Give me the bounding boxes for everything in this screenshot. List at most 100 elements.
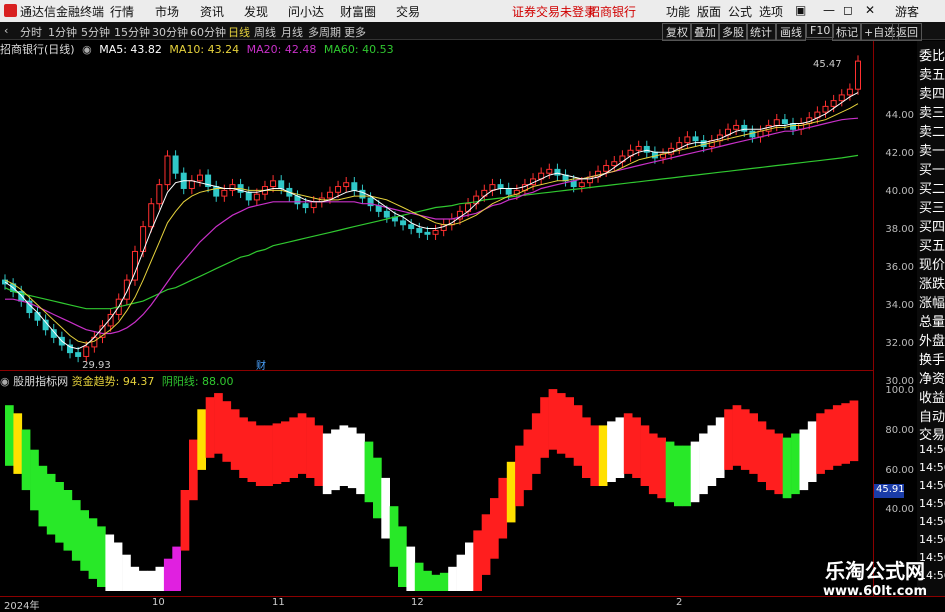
high-price-label: 45.47 bbox=[813, 59, 842, 70]
candle-body bbox=[765, 124, 772, 132]
indicator-bar bbox=[715, 417, 725, 478]
indicator-bar bbox=[841, 403, 850, 464]
overlay-button[interactable]: 叠加 bbox=[690, 23, 720, 41]
period-5min[interactable]: 5分钟 bbox=[81, 24, 110, 40]
menu-options[interactable]: 选项 bbox=[759, 3, 783, 20]
indicator-bar bbox=[556, 393, 566, 454]
indicator-bar bbox=[674, 445, 683, 507]
period-more[interactable]: 更多 bbox=[344, 24, 366, 40]
candle-body bbox=[229, 184, 236, 191]
quote-label: 卖四 bbox=[919, 87, 945, 102]
indicator-bar bbox=[247, 421, 257, 482]
y-tick: 36.00 bbox=[885, 262, 914, 273]
sub-y-tick: 100.0 bbox=[885, 385, 914, 396]
sub-chart-info: ◉ 股朋指标网 资金趋势: 94.37 阴阳线: 88.00 bbox=[0, 373, 234, 389]
login-status[interactable]: 证券交易未登录 bbox=[512, 3, 596, 20]
sub-collapse-icon[interactable]: ◉ bbox=[0, 375, 10, 388]
sub-title: 股朋指标网 bbox=[13, 375, 69, 388]
sub-y-tick: 60.00 bbox=[885, 465, 914, 476]
quote-label: 卖三 bbox=[919, 106, 945, 121]
menu-wealth[interactable]: 财富圈 bbox=[340, 3, 376, 20]
candle-body bbox=[603, 165, 610, 172]
indicator-bar bbox=[799, 429, 809, 491]
menu-layout[interactable]: 版面 bbox=[697, 3, 721, 20]
candle-body bbox=[213, 186, 220, 197]
period-1min[interactable]: 1分钟 bbox=[48, 24, 77, 40]
date-tick: 10 bbox=[152, 597, 165, 608]
period-daily[interactable]: 日线 bbox=[228, 24, 250, 40]
price-axis: 44.00 42.00 40.00 38.00 36.00 34.00 32.0… bbox=[873, 41, 917, 596]
adjust-button[interactable]: 复权 bbox=[662, 23, 692, 41]
indicator-bar bbox=[707, 425, 717, 486]
quote-label: 净资 bbox=[919, 372, 945, 387]
menu-function[interactable]: 功能 bbox=[666, 3, 690, 20]
indicator-bar bbox=[21, 429, 31, 491]
indicator-bar bbox=[272, 423, 282, 484]
auto-trade-label[interactable]: 交易 bbox=[919, 424, 945, 443]
period-intraday[interactable]: 分时 bbox=[20, 24, 42, 40]
indicator-bar bbox=[205, 397, 215, 458]
indicator-bar bbox=[389, 506, 399, 567]
yy-value: 88.00 bbox=[202, 375, 234, 388]
date-tick: 2024年 bbox=[4, 601, 40, 612]
auto-trade-label[interactable]: 自动 bbox=[919, 406, 945, 425]
candle-body bbox=[416, 228, 423, 233]
menu-marketplace[interactable]: 市场 bbox=[155, 3, 179, 20]
indicator-bar bbox=[665, 441, 675, 503]
quote-label: 总量 bbox=[919, 315, 945, 330]
trade-time: 14:56 bbox=[919, 479, 945, 492]
candle-body bbox=[196, 174, 203, 182]
quote-label: 现价 bbox=[919, 258, 945, 273]
quote-label: 换手 bbox=[919, 353, 945, 368]
guest-label[interactable]: 游客 bbox=[895, 3, 919, 20]
indicator-bar bbox=[197, 409, 206, 470]
restore-icon[interactable]: ◻ bbox=[843, 3, 853, 17]
close-icon[interactable]: ✕ bbox=[865, 3, 875, 17]
indicator-bar bbox=[172, 546, 181, 591]
menu-market[interactable]: 行情 bbox=[110, 3, 134, 20]
quote-label: 涨幅 bbox=[919, 296, 945, 311]
trade-time: 14:56 bbox=[919, 443, 945, 456]
candle-body bbox=[270, 180, 277, 188]
period-weekly[interactable]: 周线 bbox=[254, 24, 276, 40]
menu-trade[interactable]: 交易 bbox=[396, 3, 420, 20]
indicator-bar bbox=[515, 445, 524, 507]
indicator-bars bbox=[5, 389, 859, 591]
period-multi[interactable]: 多周期 bbox=[308, 24, 341, 40]
candle-body bbox=[164, 155, 171, 186]
period-monthly[interactable]: 月线 bbox=[281, 24, 303, 40]
quote-label: 卖二 bbox=[919, 125, 945, 140]
indicator-bar bbox=[473, 530, 482, 591]
back-button[interactable]: 返回 bbox=[892, 23, 922, 41]
menu-formula[interactable]: 公式 bbox=[728, 3, 752, 20]
period-60min[interactable]: 60分钟 bbox=[190, 24, 226, 40]
quote-label: 委比 bbox=[919, 49, 945, 64]
mark-button[interactable]: 标记 bbox=[832, 23, 862, 41]
indicator-bar bbox=[439, 572, 449, 591]
candle-body bbox=[497, 184, 504, 189]
menu-news[interactable]: 资讯 bbox=[200, 3, 224, 20]
minimize-icon[interactable]: — bbox=[823, 3, 835, 17]
draw-button[interactable]: 画线 bbox=[776, 23, 806, 41]
indicator-bar bbox=[816, 413, 825, 474]
quote-label: 买二 bbox=[919, 182, 945, 197]
multi-stock-button[interactable]: 多股 bbox=[718, 23, 748, 41]
indicator-bar bbox=[632, 417, 641, 478]
chart-canvas[interactable]: 45.47 29.93 财 bbox=[0, 41, 873, 596]
candle-body bbox=[749, 130, 756, 138]
period-15min[interactable]: 15分钟 bbox=[114, 24, 150, 40]
toolbar-left-arrow-icon[interactable]: ‹ bbox=[4, 24, 8, 37]
candle-body bbox=[773, 119, 780, 126]
menu-xiaoda[interactable]: 问小达 bbox=[288, 3, 324, 20]
menu-discover[interactable]: 发现 bbox=[244, 3, 268, 20]
quote-panel: 委比 卖五 卖四 卖三 卖二 卖一 买一 买二 买三 买四 买五 现价 涨跌 涨… bbox=[917, 41, 945, 596]
user-icon[interactable]: ▣ bbox=[795, 3, 806, 17]
stats-button[interactable]: 统计 bbox=[746, 23, 776, 41]
period-30min[interactable]: 30分钟 bbox=[152, 24, 188, 40]
indicator-bar bbox=[448, 566, 457, 591]
indicator-bar bbox=[623, 413, 633, 474]
trade-time: 14:56 bbox=[919, 515, 945, 528]
indicator-bar bbox=[423, 570, 432, 591]
indicator-bar bbox=[130, 566, 140, 591]
f10-button[interactable]: F10 bbox=[806, 23, 835, 38]
